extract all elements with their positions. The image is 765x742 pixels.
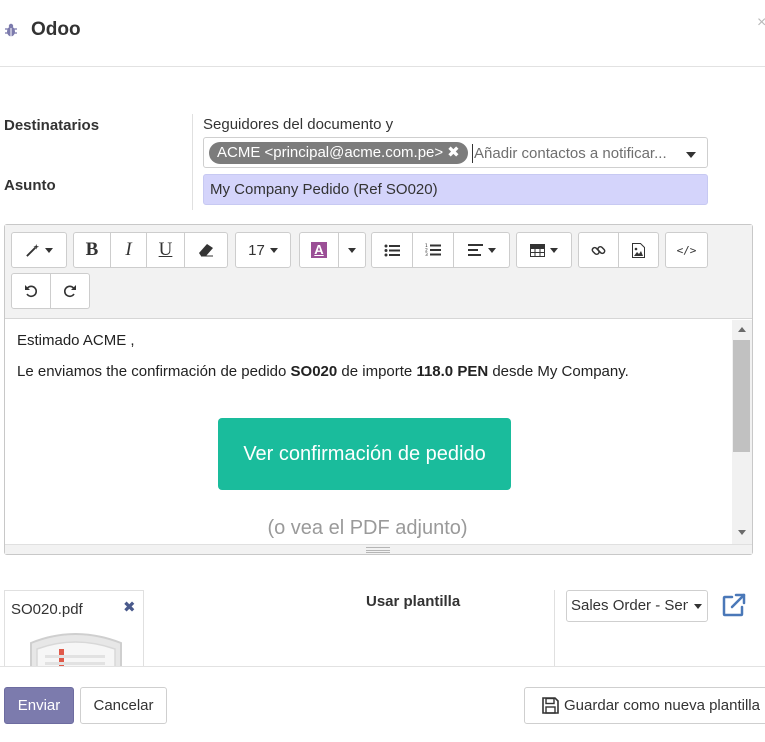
chevron-down-icon	[348, 247, 356, 253]
editor-toolbar: B I U 17 A 1 2 3 </>	[5, 225, 752, 319]
magic-wand-icon	[26, 243, 40, 257]
unordered-list-icon	[384, 244, 400, 256]
svg-text:3: 3	[425, 252, 428, 257]
body-paragraph: Le enviamos the confirmación de pedido S…	[17, 363, 629, 380]
text-cursor	[472, 144, 473, 163]
cancel-button[interactable]: Cancelar	[80, 687, 167, 724]
recipients-label: Destinatarios	[4, 117, 100, 134]
recipient-tag-label: ACME <principal@acme.com.pe>	[217, 144, 444, 161]
code-view-button[interactable]: </>	[665, 232, 708, 268]
floppy-disk-icon	[542, 697, 559, 714]
grip-icon	[366, 547, 390, 553]
font-color-button[interactable]: A	[299, 232, 339, 268]
subject-label: Asunto	[4, 177, 56, 194]
recipient-tag: ACME <principal@acme.com.pe> ✖	[209, 142, 468, 164]
external-link-icon[interactable]	[721, 592, 747, 618]
greeting-text: Estimado ACME ,	[17, 332, 135, 349]
view-order-button[interactable]: Ver confirmación de pedido	[218, 418, 511, 490]
body-text-suffix: desde My Company.	[488, 363, 629, 380]
chevron-down-icon	[269, 247, 278, 253]
save-template-button[interactable]: Guardar como nueva plantilla	[524, 687, 765, 724]
image-button[interactable]	[619, 232, 659, 268]
redo-button[interactable]	[51, 273, 90, 309]
scrollbar-thumb[interactable]	[733, 340, 750, 452]
editor-resize-handle[interactable]	[5, 544, 752, 554]
followers-text: Seguidores del documento y	[203, 116, 394, 133]
image-icon	[632, 242, 645, 258]
close-button[interactable]: ×	[757, 14, 765, 32]
chevron-down-icon[interactable]	[686, 152, 696, 158]
link-icon	[591, 245, 606, 255]
template-select[interactable]: Sales Order - Send by Email	[566, 590, 708, 622]
template-divider	[554, 590, 555, 667]
label-divider	[192, 114, 193, 210]
align-icon	[467, 244, 483, 256]
body-text-prefix: Le enviamos the confirmación de pedido	[17, 363, 291, 380]
order-amount: 118.0 PEN	[416, 363, 489, 380]
chevron-down-icon	[45, 247, 53, 253]
scroll-down-icon[interactable]	[738, 530, 746, 535]
remove-format-button[interactable]	[185, 232, 228, 268]
link-button[interactable]	[578, 232, 619, 268]
save-template-label: Guardar como nueva plantilla	[564, 697, 760, 714]
font-color-dropdown[interactable]	[339, 232, 366, 268]
undo-icon	[25, 285, 38, 298]
table-icon	[530, 243, 545, 257]
table-dropdown[interactable]	[516, 232, 572, 268]
remove-recipient-icon[interactable]: ✖	[447, 144, 460, 161]
recipients-field[interactable]: ACME <principal@acme.com.pe> ✖	[203, 137, 708, 168]
eraser-icon	[199, 244, 213, 257]
ordered-list-icon: 1 2 3	[425, 243, 441, 257]
chevron-down-icon	[694, 604, 702, 609]
chevron-down-icon	[550, 247, 558, 253]
subject-input[interactable]	[203, 174, 708, 205]
style-dropdown-button[interactable]	[11, 232, 67, 268]
body-text-mid: de importe	[337, 363, 417, 380]
dialog-title: Odoo	[31, 19, 81, 40]
chevron-down-icon	[487, 247, 496, 253]
align-dropdown[interactable]	[454, 232, 510, 268]
pdf-note: (o vea el PDF adjunto)	[267, 517, 468, 539]
ordered-list-button[interactable]: 1 2 3	[413, 232, 454, 268]
font-size-value: 17	[248, 241, 265, 259]
editor-scrollbar[interactable]	[732, 320, 752, 544]
italic-label: I	[125, 239, 132, 260]
unordered-list-button[interactable]	[371, 232, 413, 268]
attachment-name: SO020.pdf	[11, 601, 83, 618]
redo-icon	[63, 285, 76, 298]
add-contacts-input[interactable]	[474, 142, 686, 164]
underline-button[interactable]: U	[147, 232, 185, 268]
bug-icon	[5, 23, 17, 37]
font-size-dropdown[interactable]: 17	[235, 232, 291, 268]
undo-button[interactable]	[11, 273, 51, 309]
bold-button[interactable]: B	[73, 232, 111, 268]
italic-button[interactable]: I	[111, 232, 147, 268]
dialog-header	[0, 0, 765, 67]
font-color-icon: A	[311, 242, 327, 258]
scroll-up-icon[interactable]	[738, 327, 746, 332]
bold-label: B	[85, 239, 99, 260]
editor-content[interactable]: Estimado ACME , Le enviamos the confirma…	[5, 320, 733, 544]
send-button[interactable]: Enviar	[4, 687, 74, 724]
underline-label: U	[158, 239, 173, 260]
template-label: Usar plantilla	[366, 593, 461, 610]
code-view-icon: </>	[676, 243, 697, 257]
order-reference: SO020	[290, 363, 338, 380]
remove-attachment-icon[interactable]: ✖	[123, 598, 136, 616]
